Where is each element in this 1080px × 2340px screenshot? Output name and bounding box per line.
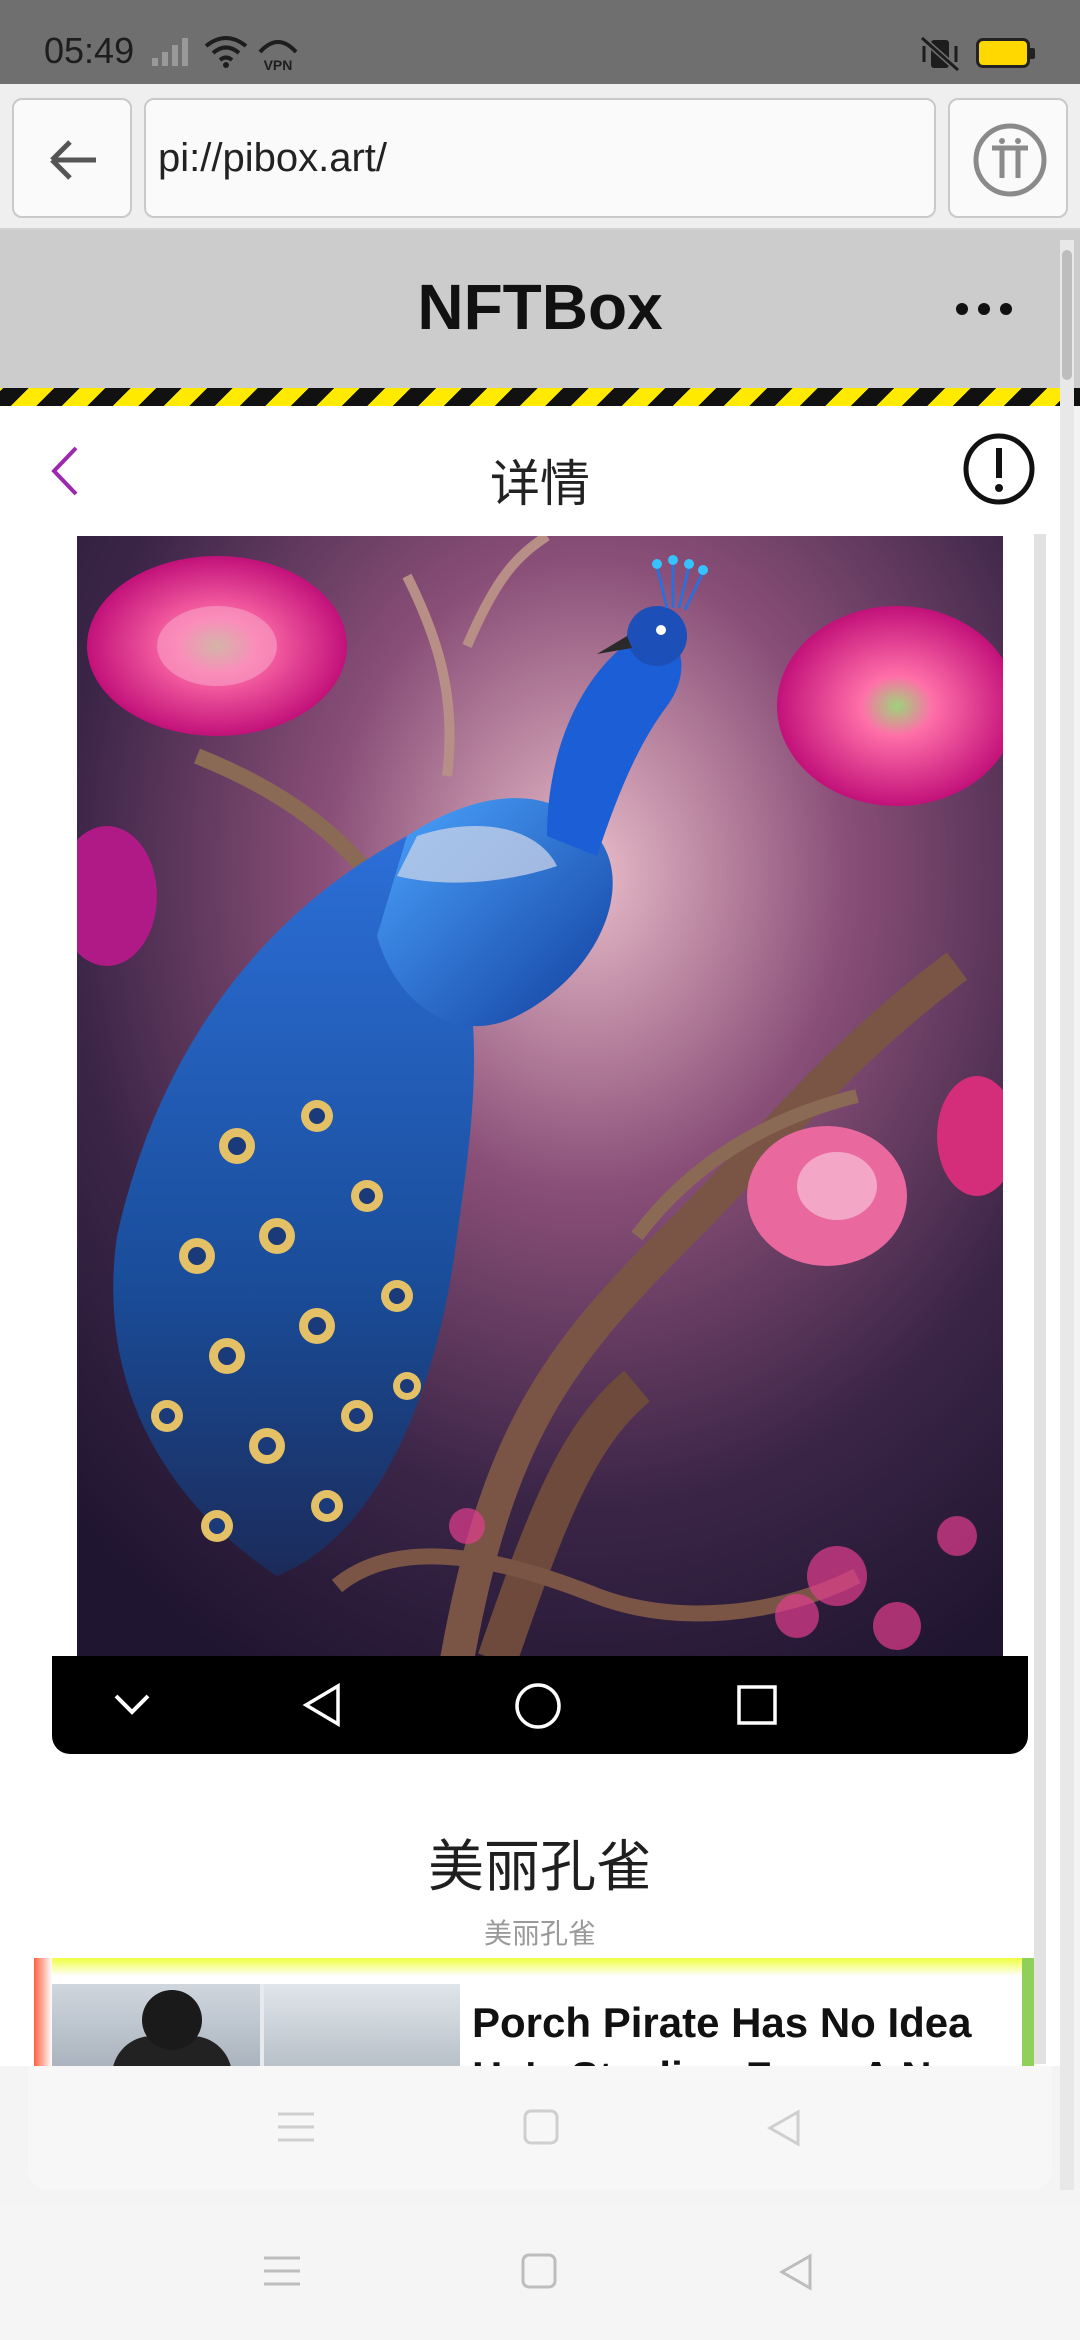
scrollbar-track[interactable] <box>1060 240 1074 2190</box>
ad-banner[interactable]: Porch Pirate Has No Idea He's Stealing F… <box>34 1958 1034 2066</box>
scrollbar-thumb[interactable] <box>1062 250 1072 380</box>
recents-square-icon[interactable] <box>736 1684 778 1726</box>
ad-glow-top <box>34 1958 1034 1976</box>
status-bar: 05:49 VPN <box>0 0 1080 84</box>
hazard-stripe <box>0 388 1080 406</box>
vibrate-mute-icon <box>920 35 960 73</box>
signal-icon <box>152 38 188 66</box>
pi-logo-icon <box>973 123 1047 197</box>
vpn-icon: VPN <box>258 40 298 73</box>
system-nav-bar <box>0 2206 1080 2340</box>
menu-lines-icon[interactable] <box>262 2254 302 2288</box>
ad-headline[interactable]: Porch Pirate Has No Idea He's Stealing F… <box>472 1996 1032 2066</box>
url-field[interactable]: pi://pibox.art/ <box>144 98 936 218</box>
more-dots-icon[interactable] <box>950 284 1020 334</box>
back-triangle-icon[interactable] <box>300 1682 344 1728</box>
app-title: NFTBox <box>417 271 663 343</box>
nft-artwork-image[interactable] <box>77 536 1003 1660</box>
browser-back-button[interactable] <box>12 98 132 218</box>
home-circle-icon[interactable] <box>514 1682 562 1730</box>
wifi-icon <box>204 36 248 68</box>
detail-page: 详情 美丽孔雀 美丽孔雀 Porch Pirate Has No Idea <box>0 406 1060 2066</box>
nft-name: 美丽孔雀 <box>428 1835 652 1898</box>
menu-lines-icon[interactable] <box>276 2110 316 2144</box>
app-header: NFTBox <box>0 230 1080 388</box>
page-title: 详情 <box>490 456 590 512</box>
vpn-label: VPN <box>264 57 293 73</box>
floating-nav-bar <box>52 1656 1028 1754</box>
ad-person-head <box>142 1990 202 2050</box>
back-triangle-icon[interactable] <box>776 2252 816 2292</box>
page-nav-bar <box>28 2066 1052 2190</box>
info-alert-icon[interactable] <box>962 432 1036 506</box>
ad-thumb-right <box>264 1984 460 2066</box>
status-time: 05:49 <box>44 30 135 71</box>
pi-browser-button[interactable] <box>948 98 1068 218</box>
back-triangle-icon[interactable] <box>764 2108 804 2148</box>
home-square-icon[interactable] <box>520 2252 558 2290</box>
home-square-icon[interactable] <box>522 2108 560 2146</box>
arrow-left-icon <box>50 140 96 180</box>
browser-toolbar: pi://pibox.art/ <box>0 84 1080 230</box>
nft-subtitle: 美丽孔雀 <box>483 1918 596 1949</box>
ad-thumbnail[interactable] <box>52 1984 460 2066</box>
chevron-down-icon[interactable] <box>112 1690 152 1720</box>
ad-glow-left <box>34 1958 52 2066</box>
battery-icon <box>976 38 1035 68</box>
